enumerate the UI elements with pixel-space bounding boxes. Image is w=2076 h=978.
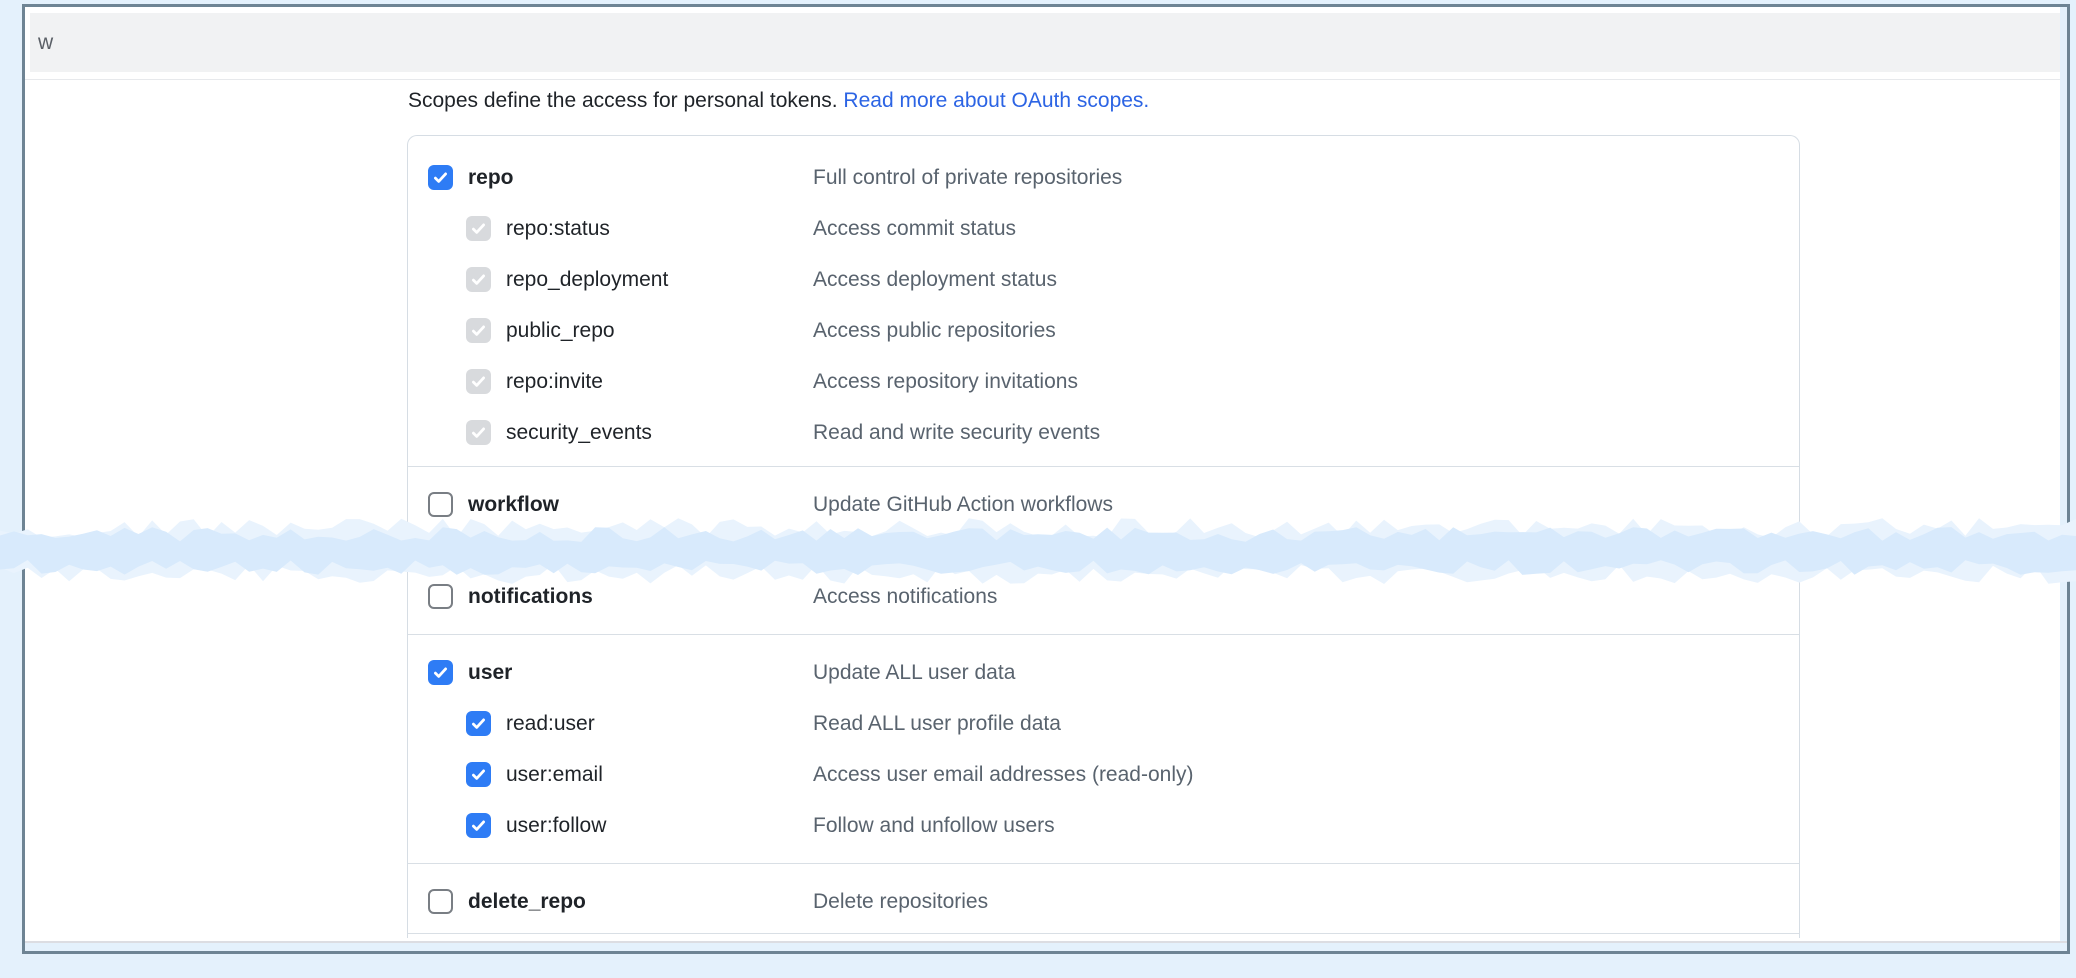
scope-row-user:email: user:email Access user email addresses (r… <box>408 749 1799 800</box>
check-icon <box>470 766 487 783</box>
scope-description: Full control of private repositories <box>813 166 1122 190</box>
scope-row-read:user: read:user Read ALL user profile data <box>408 698 1799 749</box>
scope-name[interactable]: security_events <box>506 421 652 445</box>
scopes-intro-text: Scopes define the access for personal to… <box>408 89 843 112</box>
scope-row-repo:status: repo:status Access commit status <box>408 203 1799 254</box>
scope-description: Access commit status <box>813 217 1016 241</box>
scope-description: Access public repositories <box>813 319 1056 343</box>
scope-description: Update GitHub Action workflows <box>813 493 1113 517</box>
checkbox-user[interactable] <box>428 660 453 685</box>
scope-row-security_events: security_events Read and write security e… <box>408 407 1799 458</box>
scope-group: delete_repo Delete repositories <box>408 863 1799 934</box>
checkbox-repo_deployment <box>466 267 491 292</box>
scope-name[interactable]: user <box>468 661 512 685</box>
scope-name[interactable]: notifications <box>468 585 593 609</box>
check-icon <box>470 424 487 441</box>
checkbox-user:follow[interactable] <box>466 813 491 838</box>
scope-name[interactable]: user:follow <box>506 814 606 838</box>
scope-row-repo: repo Full control of private repositories <box>408 152 1799 203</box>
checkbox-repo[interactable] <box>428 165 453 190</box>
scope-description: Access repository invitations <box>813 370 1078 394</box>
right-gutter <box>2060 7 2067 951</box>
check-icon <box>470 817 487 834</box>
scope-row-repo:invite: repo:invite Access repository invitations <box>408 356 1799 407</box>
tab-label: w <box>38 31 53 55</box>
scope-name[interactable]: user:email <box>506 763 603 787</box>
scope-group: repo Full control of private repositories… <box>408 136 1799 466</box>
scope-description: Update ALL user data <box>813 661 1015 685</box>
scope-name[interactable]: read:user <box>506 712 595 736</box>
checkbox-user:email[interactable] <box>466 762 491 787</box>
scope-row-public_repo: public_repo Access public repositories <box>408 305 1799 356</box>
check-icon <box>470 322 487 339</box>
check-icon <box>470 373 487 390</box>
bottom-strip <box>25 941 2067 951</box>
checkbox-public_repo <box>466 318 491 343</box>
checkbox-security_events <box>466 420 491 445</box>
scope-row-delete_repo: delete_repo Delete repositories <box>408 876 1799 927</box>
scope-name[interactable]: workflow <box>468 493 559 517</box>
check-icon <box>432 169 449 186</box>
checkbox-repo:status <box>466 216 491 241</box>
scope-description: Delete repositories <box>813 890 988 914</box>
checkbox-notifications[interactable] <box>428 584 453 609</box>
scope-description: Access notifications <box>813 585 997 609</box>
scope-row-user: user Update ALL user data <box>408 647 1799 698</box>
header-divider <box>25 79 2060 80</box>
scope-row-repo_deployment: repo_deployment Access deployment status <box>408 254 1799 305</box>
check-icon <box>432 664 449 681</box>
scope-group: user Update ALL user data read:user Read AL… <box>408 634 1799 863</box>
tab-bar: w <box>30 13 2060 72</box>
scopes-intro: Scopes define the access for personal to… <box>408 87 1149 115</box>
scope-description: Follow and unfollow users <box>813 814 1055 838</box>
oauth-scopes-link[interactable]: Read more about OAuth scopes. <box>843 89 1149 112</box>
check-icon <box>470 715 487 732</box>
scope-description: Read and write security events <box>813 421 1100 445</box>
check-icon <box>470 220 487 237</box>
checkbox-workflow[interactable] <box>428 492 453 517</box>
checkbox-delete_repo[interactable] <box>428 889 453 914</box>
check-icon <box>470 271 487 288</box>
screenshot-frame: w Scopes define the access for personal … <box>22 4 2070 954</box>
scope-name[interactable]: delete_repo <box>468 890 586 914</box>
scope-name[interactable]: repo:invite <box>506 370 603 394</box>
scope-row-user:follow: user:follow Follow and unfollow users <box>408 800 1799 851</box>
scope-name[interactable]: public_repo <box>506 319 615 343</box>
scope-description: Access deployment status <box>813 268 1057 292</box>
scope-description: Access user email addresses (read-only) <box>813 763 1193 787</box>
checkbox-read:user[interactable] <box>466 711 491 736</box>
scope-name[interactable]: repo:status <box>506 217 610 241</box>
scope-name[interactable]: repo_deployment <box>506 268 668 292</box>
torn-edge <box>0 516 2076 586</box>
scope-name[interactable]: repo <box>468 166 514 190</box>
checkbox-repo:invite <box>466 369 491 394</box>
scope-description: Read ALL user profile data <box>813 712 1061 736</box>
